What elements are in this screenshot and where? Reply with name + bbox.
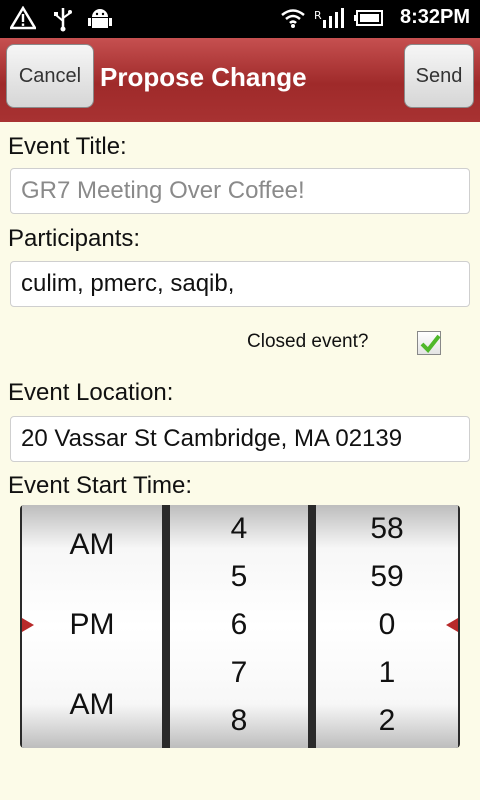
picker-item[interactable]: 58 — [316, 511, 458, 547]
picker-item[interactable]: AM — [22, 527, 162, 563]
ampm-wheel[interactable]: AM PM AM — [22, 505, 162, 748]
picker-item[interactable]: 7 — [170, 655, 308, 691]
picker-item-selected[interactable]: 0 — [316, 607, 458, 643]
event-title-input[interactable]: GR7 Meeting Over Coffee! — [10, 168, 470, 214]
usb-icon — [54, 8, 72, 32]
signal-icon: R — [314, 8, 344, 28]
picker-item[interactable]: 1 — [316, 655, 458, 691]
participants-label: Participants: — [8, 225, 141, 252]
cancel-button[interactable]: Cancel — [6, 44, 94, 108]
event-location-input[interactable]: 20 Vassar St Cambridge, MA 02139 — [10, 416, 470, 462]
title-bar: Cancel Propose Change Send — [0, 38, 480, 122]
checkmark-icon — [420, 334, 441, 354]
picker-item-selected[interactable]: PM — [22, 607, 162, 643]
page-title: Propose Change — [100, 62, 307, 92]
time-picker[interactable]: AM PM AM 4 5 6 7 8 58 59 0 1 2 — [20, 505, 460, 748]
selection-indicator-left-icon — [22, 618, 34, 632]
battery-icon — [354, 10, 383, 26]
picker-item[interactable]: AM — [22, 687, 162, 723]
wifi-icon — [281, 9, 305, 28]
closed-event-label: Closed event? — [247, 331, 369, 352]
participants-input[interactable]: culim, pmerc, saqib, — [10, 261, 470, 307]
picker-item[interactable]: 4 — [170, 511, 308, 547]
event-title-label: Event Title: — [8, 133, 127, 160]
picker-item-selected[interactable]: 6 — [170, 607, 308, 643]
picker-item[interactable]: 2 — [316, 703, 458, 739]
warning-icon — [10, 6, 36, 30]
event-location-label: Event Location: — [8, 379, 174, 406]
hour-wheel[interactable]: 4 5 6 7 8 — [170, 505, 308, 748]
status-time: 8:32PM — [399, 6, 470, 28]
selection-indicator-right-icon — [446, 618, 458, 632]
svg-text:R: R — [314, 9, 322, 22]
minute-wheel[interactable]: 58 59 0 1 2 — [316, 505, 458, 748]
android-icon — [88, 9, 112, 28]
status-bar: R 8:32PM — [0, 0, 480, 38]
picker-item[interactable]: 8 — [170, 703, 308, 739]
closed-event-checkbox[interactable] — [417, 331, 441, 355]
start-time-label: Event Start Time: — [8, 472, 193, 499]
send-button[interactable]: Send — [404, 44, 474, 108]
picker-item[interactable]: 59 — [316, 559, 458, 595]
picker-item[interactable]: 5 — [170, 559, 308, 595]
